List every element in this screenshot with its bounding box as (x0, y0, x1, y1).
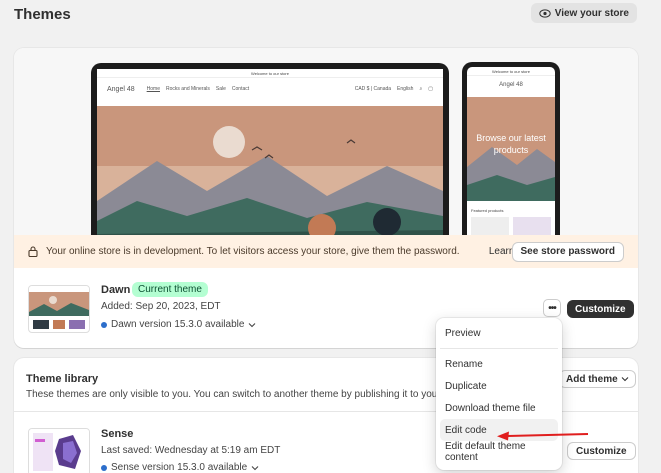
phone-header: Angel 48 (467, 76, 555, 94)
theme-preview[interactable]: Welcome to our store Angel 48 Home Rocks… (14, 48, 638, 247)
add-theme-button[interactable]: Add theme (559, 370, 636, 388)
view-store-label: View your store (554, 7, 629, 19)
phone-featured: Featured products (471, 208, 504, 213)
preview-announcement: Welcome to our store (97, 69, 443, 78)
chevron-down-icon (251, 465, 259, 471)
customize-button[interactable]: Customize (567, 300, 634, 318)
preview-nav-item: Rocks and Minerals (165, 86, 210, 92)
menu-item-edit-default-theme-content[interactable]: Edit default theme content (440, 441, 558, 463)
eye-icon (539, 8, 551, 18)
update-dot-icon (101, 321, 107, 328)
preview-hero-image (97, 106, 443, 243)
customize-button[interactable]: Customize (567, 442, 636, 460)
theme-added-date: Added: Sep 20, 2023, EDT (101, 301, 221, 312)
preview-nav-item: Home (146, 86, 160, 92)
banner-text: Your online store is in development. To … (46, 246, 460, 257)
menu-item-rename[interactable]: Rename (440, 353, 558, 375)
annotation-arrow-icon (495, 430, 590, 442)
update-dot-icon (101, 464, 107, 471)
menu-item-duplicate[interactable]: Duplicate (440, 375, 558, 397)
chevron-down-icon (621, 376, 629, 382)
current-theme-card: Welcome to our store Angel 48 Home Rocks… (14, 48, 638, 348)
theme-last-saved: Last saved: Wednesday at 5:19 am EDT (101, 445, 281, 456)
theme-name: Sense (101, 428, 134, 440)
theme-name: Dawn (101, 284, 131, 296)
page-title: Themes (14, 6, 71, 23)
preview-logo: Angel 48 (107, 85, 135, 93)
menu-item-preview[interactable]: Preview (440, 322, 558, 344)
menu-divider (440, 348, 558, 349)
theme-library-title: Theme library (26, 373, 99, 385)
add-theme-label: Add theme (566, 373, 618, 385)
more-actions-button[interactable]: ••• (543, 299, 561, 317)
phone-title: Browse our latest products (476, 133, 546, 155)
preview-locale: CAD $ | Canada (354, 86, 392, 92)
phone-announcement: Welcome to our store (467, 67, 555, 76)
see-store-password-button[interactable]: See store password (511, 241, 624, 262)
theme-library-description: These themes are only visible to you. Yo… (26, 389, 469, 400)
preview-cart-icon: ▢ (428, 86, 433, 92)
theme-version-update[interactable]: Dawn version 15.3.0 available (101, 319, 256, 330)
theme-version-label: Sense version 15.3.0 available (111, 462, 248, 473)
view-store-button[interactable]: View your store (530, 3, 637, 23)
current-theme-badge: Current theme (132, 282, 208, 297)
preview-nav-item: Contact (231, 86, 250, 92)
phone-logo: Angel 48 (499, 82, 523, 88)
theme-version-update[interactable]: Sense version 15.3.0 available (101, 462, 259, 473)
preview-header: Angel 48 Home Rocks and Minerals Sale Co… (97, 78, 443, 100)
theme-version-label: Dawn version 15.3.0 available (111, 319, 245, 330)
chevron-down-icon (248, 322, 256, 328)
theme-actions-menu: Preview Rename Duplicate Download theme … (436, 318, 562, 470)
lock-icon (28, 246, 38, 257)
dawn-thumbnail[interactable] (28, 285, 90, 333)
preview-language: English (397, 86, 414, 92)
preview-search-icon: ⌕ (419, 86, 423, 92)
preview-nav-item: Sale (215, 86, 226, 92)
menu-item-download-theme-file[interactable]: Download theme file (440, 397, 558, 419)
desktop-preview: Welcome to our store Angel 48 Home Rocks… (91, 63, 449, 243)
dev-store-banner: Your online store is in development. To … (14, 235, 638, 268)
sense-thumbnail[interactable] (28, 428, 90, 473)
mobile-preview: Welcome to our store Angel 48 Browse our… (462, 62, 560, 247)
